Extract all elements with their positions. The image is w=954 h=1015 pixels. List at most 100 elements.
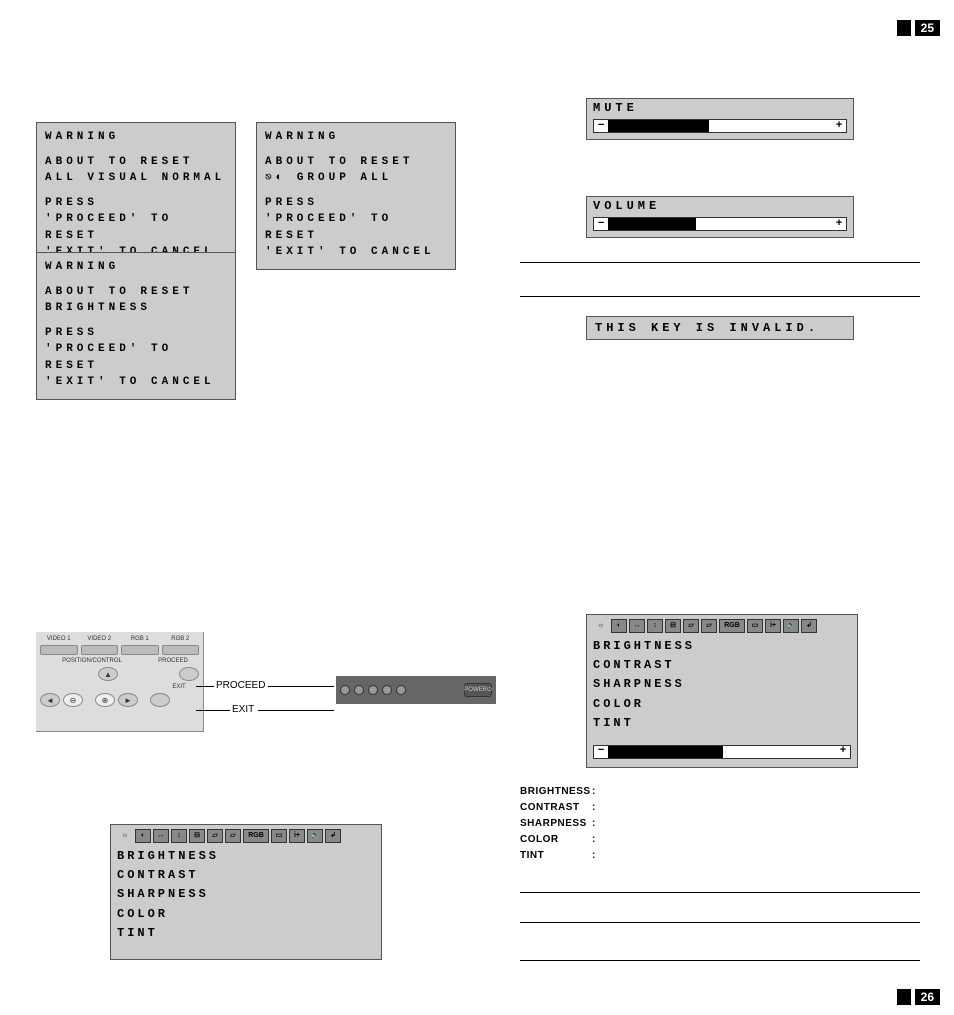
aspect-icon: ▭ bbox=[271, 829, 287, 843]
menu-icon-row: ☼ ◐ ↔ ↕ ⊟ ▱ ▱ RGB ▭ i+ 🔈 ↲ bbox=[593, 619, 851, 633]
keystone-icon: ▱ bbox=[701, 619, 717, 633]
remote-illustration: VIDEO 1 VIDEO 2 RGB 1 RGB 2 POSITION/CON… bbox=[36, 632, 456, 742]
minus-icon: − bbox=[594, 743, 608, 761]
warning-line: ⎋◐ GROUP ALL bbox=[265, 170, 447, 187]
plus-icon: + bbox=[832, 218, 846, 230]
exit-button[interactable] bbox=[150, 693, 170, 707]
callout-line bbox=[258, 710, 334, 711]
minus-icon: − bbox=[594, 218, 608, 230]
warning-box-brightness: WARNING ABOUT TO RESET BRIGHTNESS PRESS … bbox=[36, 252, 236, 400]
strip-proceed-button[interactable] bbox=[340, 685, 350, 695]
rgb1-button[interactable] bbox=[121, 645, 159, 655]
menu-item[interactable]: SHARPNESS bbox=[117, 885, 375, 904]
menu-item[interactable]: CONTRAST bbox=[593, 656, 851, 675]
info-icon: i+ bbox=[765, 619, 781, 633]
vpos-icon: ↕ bbox=[171, 829, 187, 843]
divider bbox=[520, 892, 920, 893]
contrast-icon: ◐ bbox=[611, 619, 627, 633]
warning-line: PRESS bbox=[45, 195, 227, 212]
warning-title: WARNING bbox=[45, 129, 227, 146]
menu-item[interactable]: TINT bbox=[593, 714, 851, 733]
mute-osd: MUTE − + bbox=[586, 98, 854, 140]
invalid-key-osd: THIS KEY IS INVALID. bbox=[586, 316, 854, 340]
video2-button[interactable] bbox=[81, 645, 119, 655]
volume-osd: VOLUME − + bbox=[586, 196, 854, 238]
definitions-list: BRIGHTNESS: CONTRAST: SHARPNESS: COLOR: … bbox=[520, 784, 596, 864]
warning-line: PRESS bbox=[265, 195, 447, 212]
minus-icon: − bbox=[594, 120, 608, 132]
menu-item[interactable]: SHARPNESS bbox=[593, 675, 851, 694]
posctrl-label: POSITION/CONTROL bbox=[40, 658, 144, 664]
divider bbox=[520, 296, 920, 297]
menu-icon-row: ☼ ◐ ↔ ↕ ⊟ ▱ ▱ RGB ▭ i+ 🔈 ↲ bbox=[117, 829, 375, 843]
exit-label: EXIT bbox=[159, 684, 199, 690]
strip-exit-button[interactable] bbox=[354, 685, 364, 695]
volume-bar: − + bbox=[593, 217, 847, 231]
def-label: COLOR bbox=[520, 832, 592, 848]
power-button[interactable]: POWER ⏻ bbox=[464, 683, 492, 697]
proceed-label: PROCEED bbox=[147, 658, 199, 664]
left-button[interactable]: ◄ bbox=[40, 693, 60, 707]
callout-exit: EXIT bbox=[232, 704, 254, 715]
menu-item[interactable]: BRIGHTNESS bbox=[117, 847, 375, 866]
clamp-icon: ⊟ bbox=[665, 619, 681, 633]
brightness-icon: ☼ bbox=[593, 619, 609, 633]
menu-item[interactable]: TINT bbox=[117, 924, 375, 943]
warning-line: 'EXIT' TO CANCEL bbox=[265, 244, 447, 261]
contrast-icon: ◐ bbox=[135, 829, 151, 843]
callout-line bbox=[196, 710, 230, 711]
strip-button[interactable] bbox=[368, 685, 378, 695]
rgb-icon: RGB bbox=[719, 619, 745, 633]
warning-line: ABOUT TO RESET bbox=[45, 154, 227, 171]
mute-bar: − + bbox=[593, 119, 847, 133]
monitor-control-strip: POWER ⏻ bbox=[336, 676, 496, 704]
warning-line: ABOUT TO RESET bbox=[45, 284, 227, 301]
menu-item[interactable]: BRIGHTNESS bbox=[593, 637, 851, 656]
menu-item[interactable]: COLOR bbox=[593, 695, 851, 714]
src-label: VIDEO 1 bbox=[40, 636, 78, 642]
rgb2-button[interactable] bbox=[162, 645, 200, 655]
menu-item[interactable]: CONTRAST bbox=[117, 866, 375, 885]
warning-box-all-visual: WARNING ABOUT TO RESET ALL VISUAL NORMAL… bbox=[36, 122, 236, 270]
callout-line bbox=[268, 686, 334, 687]
def-label: CONTRAST bbox=[520, 800, 592, 816]
plus-icon: + bbox=[836, 743, 850, 761]
vpos-icon: ↕ bbox=[647, 619, 663, 633]
aspect-icon: ▭ bbox=[747, 619, 763, 633]
warning-line: PRESS bbox=[45, 325, 227, 342]
hpos-icon: ↔ bbox=[153, 829, 169, 843]
video1-button[interactable] bbox=[40, 645, 78, 655]
def-label: BRIGHTNESS bbox=[520, 784, 592, 800]
info-icon: i+ bbox=[289, 829, 305, 843]
menu-item[interactable]: COLOR bbox=[117, 905, 375, 924]
rgb-icon: RGB bbox=[243, 829, 269, 843]
proceed-button[interactable] bbox=[179, 667, 199, 681]
warning-line: BRIGHTNESS bbox=[45, 300, 227, 317]
src-label: RGB 2 bbox=[162, 636, 200, 642]
src-label: RGB 1 bbox=[121, 636, 159, 642]
warning-title: WARNING bbox=[45, 259, 227, 276]
visual-menu-osd: ☼ ◐ ↔ ↕ ⊟ ▱ ▱ RGB ▭ i+ 🔈 ↲ BRIGHTNESS CO… bbox=[110, 824, 382, 960]
strip-button[interactable] bbox=[396, 685, 406, 695]
warning-line: 'PROCEED' TO RESET bbox=[45, 341, 227, 374]
invalid-key-text: THIS KEY IS INVALID. bbox=[595, 321, 819, 335]
divider bbox=[520, 262, 920, 263]
strip-button[interactable] bbox=[382, 685, 392, 695]
callout-proceed: PROCEED bbox=[216, 680, 265, 691]
plus-icon: + bbox=[832, 120, 846, 132]
minus-button[interactable]: ⊖ bbox=[63, 693, 83, 707]
keystone-icon: ▱ bbox=[207, 829, 223, 843]
warning-line: 'EXIT' TO CANCEL bbox=[45, 374, 227, 391]
adjust-bar[interactable]: − + bbox=[593, 745, 851, 759]
audio-icon: 🔈 bbox=[307, 829, 323, 843]
right-button[interactable]: ► bbox=[118, 693, 138, 707]
up-button[interactable]: ▲ bbox=[98, 667, 118, 681]
audio-icon: 🔈 bbox=[783, 619, 799, 633]
page-number-bottom: 26 bbox=[915, 989, 940, 1005]
plus-button[interactable]: ⊕ bbox=[95, 693, 115, 707]
volume-label: VOLUME bbox=[593, 199, 847, 213]
warning-title: WARNING bbox=[265, 129, 447, 146]
page-number-top: 25 bbox=[915, 20, 940, 36]
mute-label: MUTE bbox=[593, 101, 847, 115]
warning-box-group-all: WARNING ABOUT TO RESET ⎋◐ GROUP ALL PRES… bbox=[256, 122, 456, 270]
